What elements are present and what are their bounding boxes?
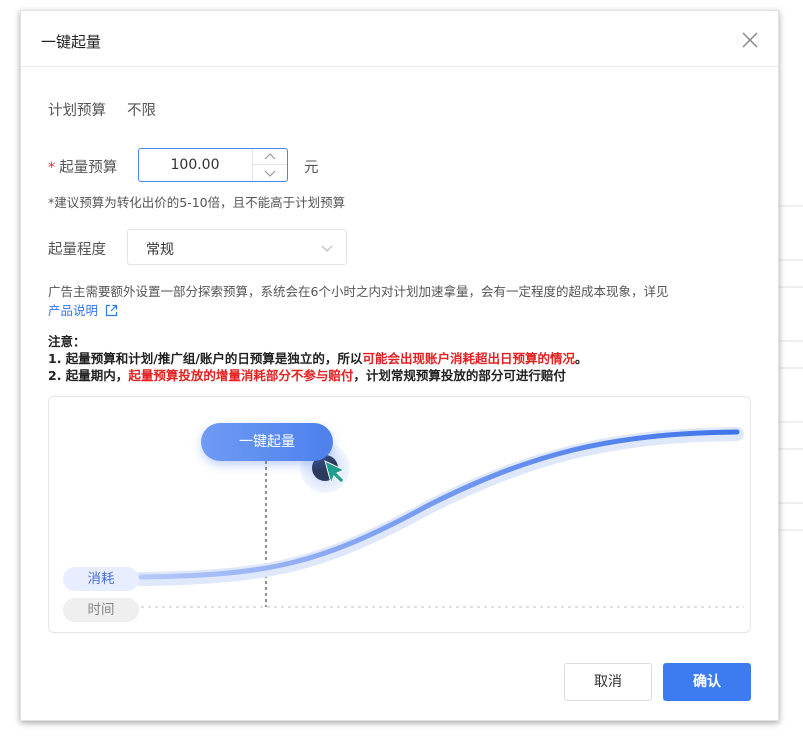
budget-unit: 元 — [304, 160, 319, 176]
increment-button[interactable] — [253, 149, 287, 165]
confirm-button[interactable]: 确认 — [663, 663, 751, 701]
product-docs-link[interactable]: 产品说明 — [48, 303, 118, 318]
note-1-end: 。 — [574, 351, 588, 366]
boost-illustration: 一键起量 消耗 时间 — [48, 396, 751, 633]
chevron-down-icon — [321, 245, 333, 252]
boost-level-label: 起量程度 — [48, 242, 106, 258]
description-text: 广告主需要额外设置一部分探索预算，系统会在6个小时之内对计划加速拿量，会有一定程… — [48, 284, 669, 299]
required-star: * — [48, 160, 56, 176]
boost-budget-label: * 起量预算 — [48, 156, 117, 177]
note-1: 1. 起量预算和计划/推广组/账户的日预算是独立的，所以可能会出现账户消耗超出日… — [48, 350, 768, 367]
boost-budget-stepper — [138, 148, 288, 182]
note-2: 2. 起量期内，起量预算投放的增量消耗部分不参与赔付，计划常规预算投放的部分可进… — [48, 367, 768, 384]
chevron-down-icon — [264, 170, 276, 177]
boost-dialog: 一键起量 计划预算 不限 *起量预算 元 *建议预算为转化出价的5-10倍，且不… — [20, 10, 779, 721]
decrement-button[interactable] — [253, 165, 287, 181]
plan-budget-value: 不限 — [127, 103, 156, 119]
time-label: 时间 — [63, 598, 139, 622]
cost-label: 消耗 — [63, 567, 139, 591]
product-docs-link-text: 产品说明 — [48, 303, 99, 318]
close-icon[interactable] — [741, 31, 759, 49]
boost-illustration-pill: 一键起量 — [201, 423, 333, 461]
external-link-icon — [105, 304, 118, 317]
boost-level-value: 常规 — [146, 242, 174, 258]
notes-title: 注意： — [48, 334, 86, 349]
notes-block: 注意： 1. 起量预算和计划/推广组/账户的日预算是独立的，所以可能会出现账户消… — [48, 333, 768, 384]
boost-description: 广告主需要额外设置一部分探索预算，系统会在6个小时之内对计划加速拿量，会有一定程… — [48, 282, 748, 320]
note-2-text: 2. 起量期内， — [48, 368, 129, 383]
note-2-end: ，计划常规预算投放的部分可进行赔付 — [353, 368, 566, 383]
note-1-text: 1. 起量预算和计划/推广组/账户的日预算是独立的，所以 — [48, 351, 363, 366]
plan-budget-label: 计划预算 — [48, 103, 106, 119]
boost-level-select[interactable]: 常规 — [127, 229, 347, 265]
boost-budget-input[interactable] — [139, 149, 251, 181]
note-1-warning: 可能会出现账户消耗超出日预算的情况 — [362, 351, 575, 366]
chevron-up-icon — [264, 153, 276, 160]
dialog-header: 一键起量 — [21, 11, 778, 67]
illustration-graphic — [134, 427, 744, 608]
boost-budget-label-text: 起量预算 — [59, 160, 118, 176]
stepper-controls — [252, 149, 287, 181]
dialog-title: 一键起量 — [41, 33, 102, 51]
budget-hint: *建议预算为转化出价的5-10倍，且不能高于计划预算 — [48, 195, 346, 210]
cancel-button[interactable]: 取消 — [564, 663, 652, 701]
note-2-warning: 起量预算投放的增量消耗部分不参与赔付 — [128, 368, 354, 383]
